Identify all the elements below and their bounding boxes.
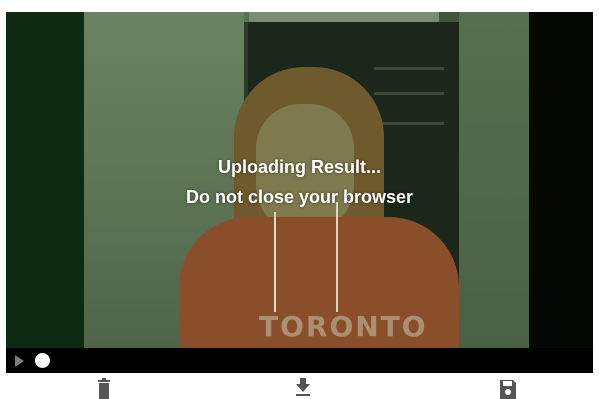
- earphone-wire: [274, 212, 276, 312]
- delete-button[interactable]: [84, 378, 124, 399]
- shelf-line: [374, 67, 444, 70]
- recorder-page: TORONTO Uploading Result... Do not close…: [0, 0, 599, 399]
- download-button[interactable]: [283, 378, 323, 399]
- upload-status-warning: Do not close your browser: [185, 187, 414, 207]
- play-icon[interactable]: [15, 355, 24, 367]
- shelf-line: [374, 122, 444, 125]
- shirt-print: TORONTO: [259, 310, 428, 343]
- trash-icon: [97, 378, 111, 399]
- download-icon: [295, 378, 311, 399]
- earphone-wire: [336, 202, 338, 312]
- save-icon: [499, 378, 517, 399]
- action-toolbar: [0, 378, 599, 399]
- upload-status-overlay: Uploading Result... Do not close your br…: [6, 152, 593, 212]
- save-button[interactable]: [488, 378, 528, 399]
- seek-slider-handle[interactable]: [35, 353, 50, 368]
- video-controls-bar: [6, 348, 593, 373]
- shelf-line: [374, 92, 444, 95]
- upload-status-title: Uploading Result...: [217, 157, 381, 177]
- video-preview: TORONTO Uploading Result... Do not close…: [6, 12, 593, 348]
